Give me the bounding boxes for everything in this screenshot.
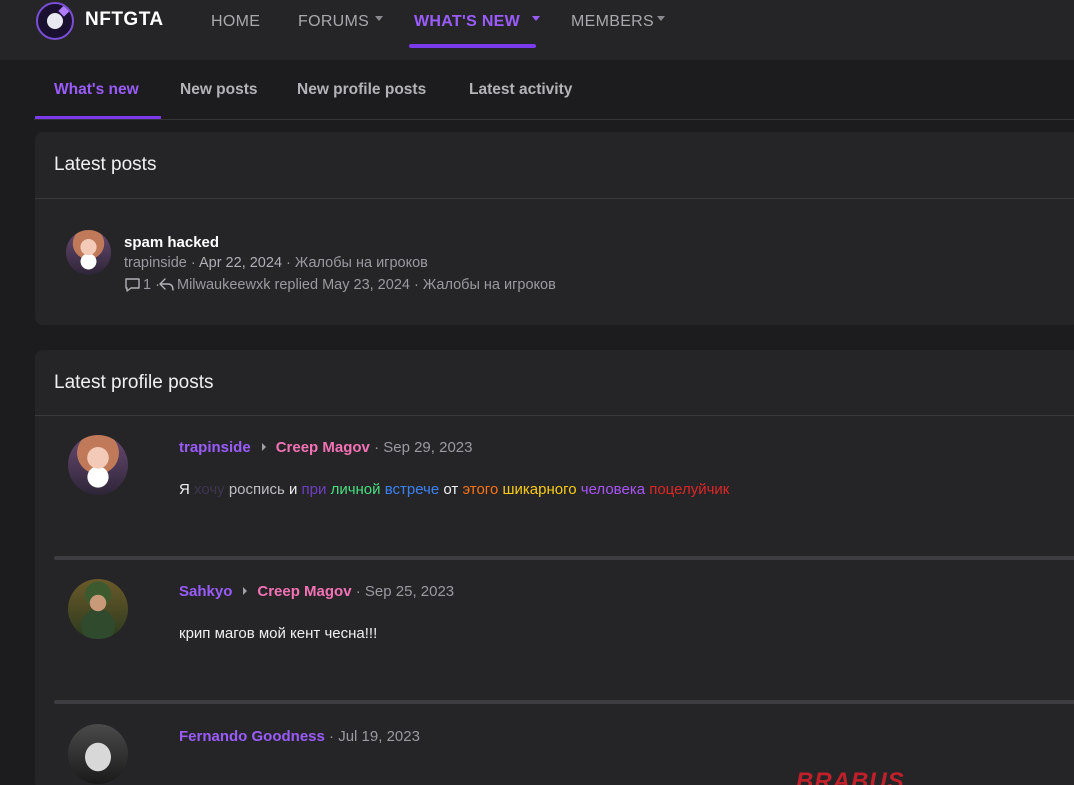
- profile-post-header: trapinside Creep Magov · Sep 29, 2023: [179, 439, 473, 456]
- chevron-down-icon[interactable]: [532, 16, 540, 21]
- profile-post-date[interactable]: Sep 29, 2023: [383, 439, 472, 456]
- profile-post-author[interactable]: trapinside: [179, 439, 251, 456]
- divider: [35, 198, 1074, 199]
- nav-forums[interactable]: FORUMS: [298, 13, 369, 31]
- avatar[interactable]: [66, 230, 111, 275]
- thread-date[interactable]: Apr 22, 2024: [199, 255, 282, 271]
- nav-whats-new[interactable]: WHAT'S NEW: [414, 13, 520, 31]
- reply-count: 1: [143, 277, 152, 293]
- last-replier[interactable]: Milwaukeewxk: [177, 277, 270, 293]
- profile-post-header: Fernando Goodness · Jul 19, 2023: [179, 728, 420, 745]
- profile-post-author[interactable]: Fernando Goodness: [179, 728, 325, 745]
- nav-active-indicator: [409, 44, 536, 48]
- profile-post-date[interactable]: Jul 19, 2023: [338, 728, 420, 745]
- chevron-down-icon[interactable]: [657, 16, 665, 21]
- avatar[interactable]: [68, 724, 128, 784]
- text-segment: поцелуйчик: [649, 481, 730, 498]
- profile-post-author[interactable]: Sahkyo: [179, 583, 232, 600]
- block-title[interactable]: Latest profile posts: [54, 372, 213, 394]
- profile-post-header: Sahkyo Creep Magov · Sep 25, 2023: [179, 583, 455, 600]
- avatar[interactable]: [68, 435, 128, 495]
- tab-whats-new[interactable]: What's new: [54, 81, 139, 99]
- replied-word: replied: [274, 277, 319, 293]
- text-segment: от: [443, 481, 463, 498]
- latest-profile-posts-block: Latest profile posts: [35, 350, 1074, 785]
- tab-new-posts[interactable]: New posts: [180, 81, 258, 99]
- last-reply-forum[interactable]: Жалобы на игроков: [423, 277, 556, 293]
- text-segment: шикарного: [502, 481, 581, 498]
- text-segment: человека: [580, 481, 650, 498]
- thread-author[interactable]: trapinside: [124, 255, 187, 271]
- thread-reply-meta: 1 ·: [143, 277, 160, 293]
- profile-post-text: Я хочу роспись и при личной встрече от э…: [179, 481, 729, 498]
- post-separator: [54, 556, 1074, 560]
- avatar[interactable]: [68, 579, 128, 639]
- text-segment: Я: [179, 481, 194, 498]
- arrow-right-icon: [261, 443, 266, 452]
- last-reply-meta: Milwaukeewxk replied May 23, 2024 · Жало…: [177, 277, 556, 293]
- comment-icon: [125, 278, 140, 292]
- site-logo-icon[interactable]: [36, 2, 74, 40]
- profile-post-date[interactable]: Sep 25, 2023: [365, 583, 454, 600]
- thread-meta: trapinside · Apr 22, 2024 · Жалобы на иг…: [124, 255, 428, 271]
- last-reply-date[interactable]: May 23, 2024: [322, 277, 410, 293]
- post-separator: [54, 700, 1074, 704]
- text-segment: этого: [462, 481, 503, 498]
- nav-members[interactable]: MEMBERS: [571, 13, 654, 31]
- divider: [35, 415, 1074, 416]
- chevron-down-icon[interactable]: [375, 16, 383, 21]
- nav-home[interactable]: HOME: [211, 13, 260, 31]
- latest-posts-block: Latest posts: [35, 132, 1074, 325]
- brand-name[interactable]: NFTGTA: [85, 9, 164, 31]
- text-segment: личной: [330, 481, 385, 498]
- arrow-right-icon: [243, 587, 248, 596]
- profile-post-target[interactable]: Creep Magov: [257, 583, 351, 600]
- tab-active-indicator: [35, 116, 161, 119]
- tab-new-profile-posts[interactable]: New profile posts: [297, 81, 426, 99]
- text-segment: хочу: [194, 481, 229, 498]
- text-segment: и: [289, 481, 302, 498]
- attached-image-logo[interactable]: BRABUS: [796, 768, 905, 785]
- profile-post-target[interactable]: Creep Magov: [276, 439, 370, 456]
- text-segment: при: [301, 481, 331, 498]
- text-segment: роспись: [228, 481, 289, 498]
- top-header: NFTGTA HOME FORUMS WHAT'S NEW MEMBERS: [0, 0, 1074, 60]
- whats-new-tabs: What's new New posts New profile posts L…: [34, 60, 1074, 120]
- thread-forum[interactable]: Жалобы на игроков: [295, 255, 428, 271]
- text-segment: встрече: [384, 481, 444, 498]
- profile-post-text: крип магов мой кент чесна!!!: [179, 625, 378, 642]
- thread-title[interactable]: spam hacked: [124, 234, 219, 251]
- tab-latest-activity[interactable]: Latest activity: [469, 81, 572, 99]
- block-title[interactable]: Latest posts: [54, 154, 156, 176]
- reply-icon: [159, 278, 174, 291]
